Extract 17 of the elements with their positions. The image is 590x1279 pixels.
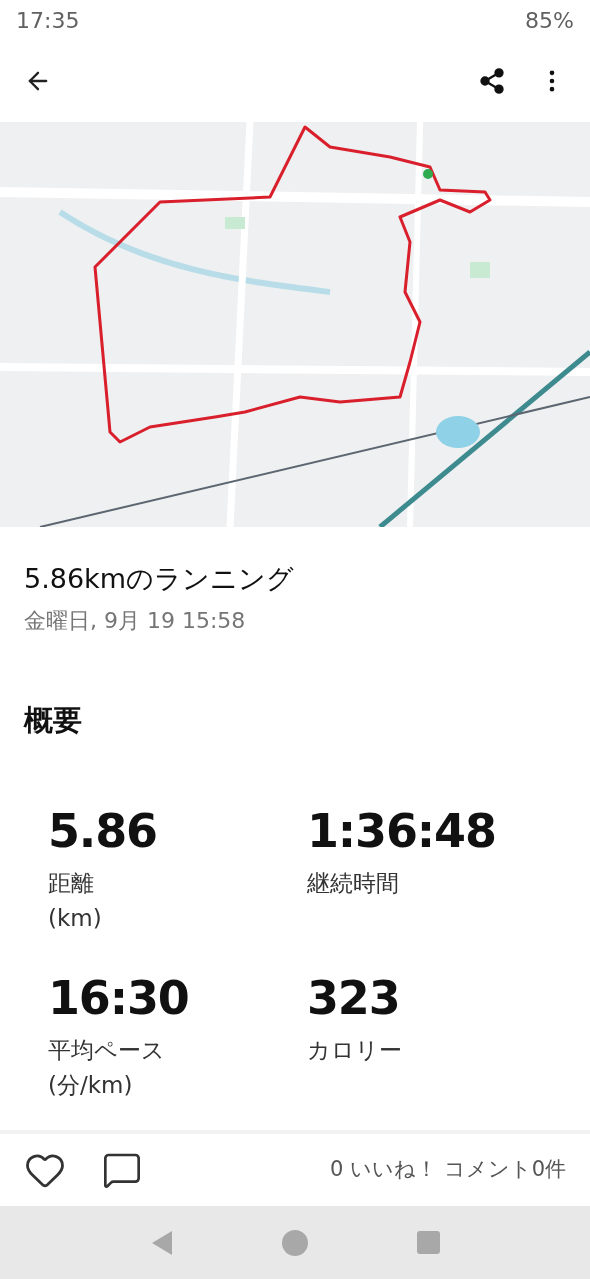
stat-unit: (分/km): [48, 1070, 134, 1100]
battery-level: 85%: [525, 6, 574, 35]
stat-value: 323: [307, 975, 401, 1021]
activity-title: 5.86kmのランニング: [24, 562, 296, 596]
status-time: 17:35: [16, 6, 80, 35]
activity-date: 金曜日, 9月 19 15:58: [24, 606, 247, 635]
social-summary: 0 いいね！ コメント0件: [329, 1156, 566, 1184]
stat-value: 1:36:48: [307, 808, 497, 854]
stat-value: 16:30: [48, 975, 190, 1021]
stat-value: 5.86: [48, 808, 158, 854]
stat-label: 継続時間: [307, 869, 400, 898]
stat-unit: (km): [48, 903, 103, 933]
section-heading: 概要: [24, 701, 83, 739]
stat-label: カロリー: [307, 1036, 403, 1065]
share-icon[interactable]: [478, 67, 506, 95]
stat-label: 平均ペース: [48, 1036, 166, 1065]
stat-label: 距離: [48, 869, 95, 898]
